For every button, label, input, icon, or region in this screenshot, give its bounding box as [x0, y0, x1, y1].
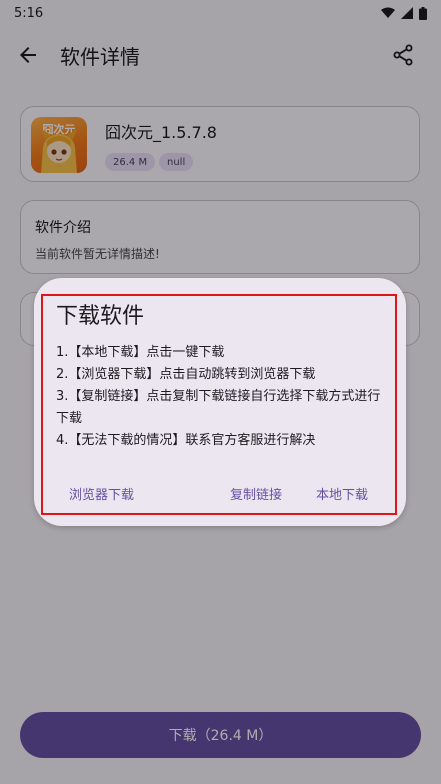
copy-link-button[interactable]: 复制链接: [230, 481, 282, 505]
dialog-line: 1.【本地下载】点击一键下载: [56, 345, 225, 360]
dialog-line: 2.【浏览器下载】点击自动跳转到浏览器下载: [56, 367, 316, 382]
dialog-line: 4.【无法下载的情况】联系官方客服进行解决: [56, 433, 316, 448]
dialog-title: 下载软件: [56, 304, 145, 329]
download-dialog: 下载软件 1.【本地下载】点击一键下载 2.【浏览器下载】点击自动跳转到浏览器下…: [34, 278, 406, 526]
dialog-line: 3.【复制链接】点击复制下载链接自行选择下载方式进行下载: [56, 389, 381, 426]
local-download-button[interactable]: 本地下载: [316, 481, 368, 505]
browser-download-button[interactable]: 浏览器下载: [69, 481, 134, 505]
dialog-body: 1.【本地下载】点击一键下载 2.【浏览器下载】点击自动跳转到浏览器下载 3.【…: [56, 342, 382, 452]
